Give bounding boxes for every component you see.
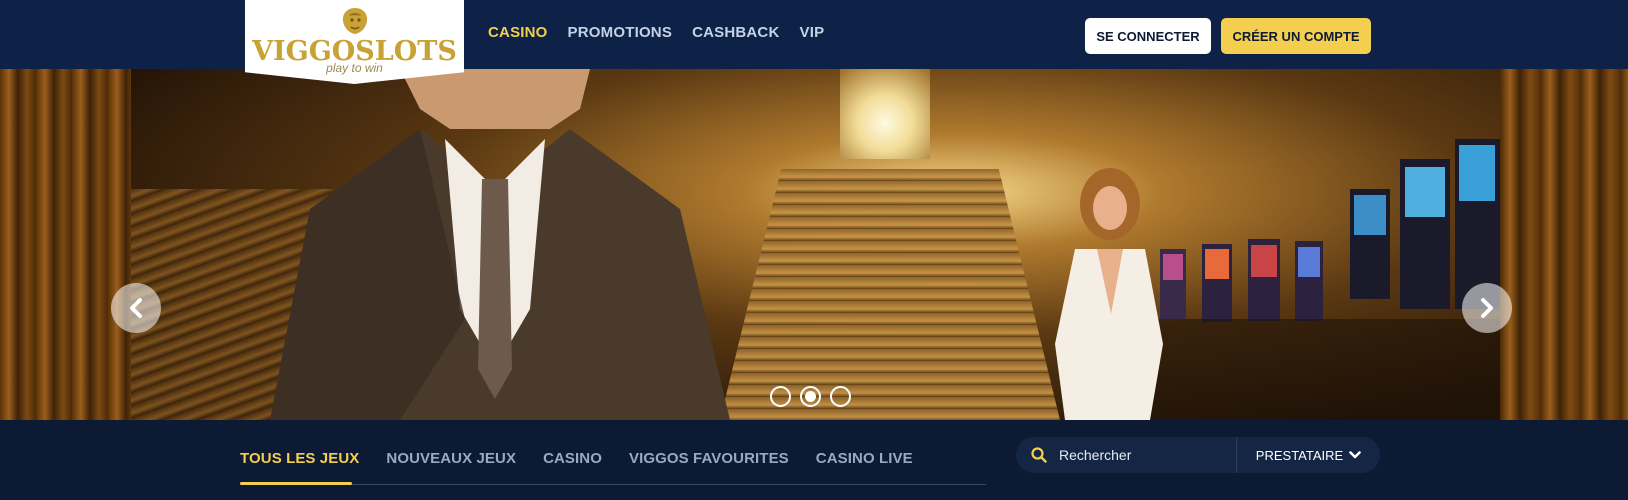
- right-curtain-decor: [1500, 69, 1628, 420]
- hero-carousel: [0, 69, 1628, 420]
- nav-item-vip[interactable]: VIP: [800, 24, 825, 41]
- search-input[interactable]: [1059, 447, 1229, 463]
- tab-new-games[interactable]: NOUVEAUX JEUX: [386, 450, 516, 467]
- login-button[interactable]: SE CONNECTER: [1085, 18, 1211, 54]
- tab-viggos-favourites[interactable]: VIGGOS FAVOURITES: [629, 450, 789, 467]
- active-tab-indicator: [240, 482, 352, 485]
- carousel-dot-3[interactable]: [830, 386, 851, 407]
- provider-label: PRESTATAIRE: [1255, 447, 1344, 463]
- nav-item-casino[interactable]: CASINO: [488, 24, 548, 41]
- tab-casino[interactable]: CASINO: [543, 450, 602, 467]
- tabs-divider: [240, 484, 986, 485]
- slot-machines-decor: [1150, 139, 1500, 420]
- tab-casino-live[interactable]: CASINO LIVE: [816, 450, 913, 467]
- carousel-next-button[interactable]: [1462, 283, 1512, 333]
- nav-item-promotions[interactable]: PROMOTIONS: [568, 24, 673, 41]
- carousel-dot-2[interactable]: [800, 386, 821, 407]
- chevron-left-icon: [130, 298, 142, 318]
- logo-tagline: play to win: [326, 61, 383, 75]
- carousel-dot-1[interactable]: [770, 386, 791, 407]
- site-header: VIGGOSLOTS play to win CASINO PROMOTIONS…: [0, 0, 1628, 84]
- games-tabs: TOUS LES JEUX NOUVEAUX JEUX CASINO VIGGO…: [240, 450, 913, 467]
- lion-crest-icon: [342, 8, 368, 34]
- nav-item-cashback[interactable]: CASHBACK: [692, 24, 779, 41]
- window-light-decor: [840, 69, 930, 159]
- register-button[interactable]: CRÉER UN COMPTE: [1221, 18, 1371, 54]
- site-logo[interactable]: VIGGOSLOTS play to win: [245, 0, 464, 84]
- provider-dropdown[interactable]: PRESTATAIRE: [1237, 437, 1380, 473]
- tab-all-games[interactable]: TOUS LES JEUX: [240, 450, 359, 467]
- carousel-prev-button[interactable]: [111, 283, 161, 333]
- carousel-dots: [770, 386, 851, 407]
- woman-in-white-image: [1055, 168, 1163, 420]
- search-box[interactable]: [1016, 437, 1236, 473]
- search-icon: [1031, 447, 1047, 463]
- games-filter-bar: TOUS LES JEUX NOUVEAUX JEUX CASINO VIGGO…: [0, 420, 1628, 500]
- left-curtain-decor: [0, 69, 131, 420]
- chevron-down-icon: [1349, 451, 1362, 459]
- main-nav: CASINO PROMOTIONS CASHBACK VIP: [488, 24, 824, 41]
- chevron-right-icon: [1481, 298, 1493, 318]
- man-in-suit-image: [270, 69, 730, 420]
